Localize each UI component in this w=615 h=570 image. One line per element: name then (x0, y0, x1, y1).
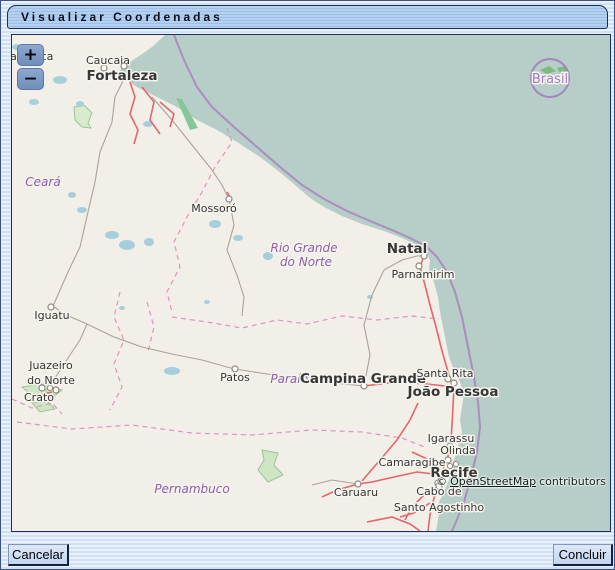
lake (53, 76, 67, 84)
city-label: Natal (387, 241, 428, 257)
lake (105, 231, 119, 239)
state-label: do Norte (280, 255, 332, 269)
zoom-out-button[interactable]: − (17, 68, 44, 90)
confirm-button[interactable]: Concluir (553, 544, 613, 566)
city-label: Parnamirim (392, 268, 455, 281)
lake (209, 220, 221, 228)
city-label: Patos (220, 371, 250, 384)
lake (119, 306, 125, 310)
lake (164, 367, 180, 375)
zoom-in-button[interactable]: + (17, 44, 44, 66)
map-canvas[interactable]: BrasilCearáRio Grandedo NorteParaíbaPern… (12, 35, 610, 531)
lake (77, 207, 87, 213)
state-label: Pernambuco (154, 482, 229, 496)
city-marker (445, 457, 451, 463)
city-label: Mossoró (191, 202, 237, 215)
dialog-window: Visualizar Coordenadas Brasil Ceará Rio Gr… (0, 0, 615, 570)
city-label: Juazeiro (28, 359, 73, 372)
city-label: Caruaru (334, 486, 378, 499)
lake (233, 235, 243, 241)
openstreetmap-link[interactable]: OpenStreetMap (450, 475, 536, 488)
attribution-suffix: contributors (539, 475, 606, 488)
country-label: Brasil (532, 72, 568, 87)
map-attribution: ©OpenStreetMapcontributors (436, 475, 606, 488)
title-bar[interactable]: Visualizar Coordenadas (7, 5, 608, 29)
map-panel: BrasilCearáRio Grandedo NorteParaíbaPern… (11, 34, 611, 532)
city-label: Olinda (440, 444, 475, 457)
city-label: João Pessoa (407, 384, 499, 400)
city-label: Crato (24, 391, 54, 404)
attribution-prefix: © (436, 475, 447, 488)
city-label: Iguatu (34, 309, 69, 322)
window-title: Visualizar Coordenadas (21, 10, 223, 24)
city-label: Santa Rita (417, 367, 474, 380)
state-label: Rio Grande (270, 241, 337, 255)
lake (204, 300, 210, 304)
lake (29, 99, 39, 105)
lake (119, 240, 135, 250)
lake (76, 101, 84, 107)
cancel-button[interactable]: Cancelar (8, 544, 69, 566)
city-label: Santo Agostinho (394, 501, 485, 514)
lake (144, 238, 154, 246)
state-label: Ceará (25, 175, 60, 189)
lake (68, 192, 76, 198)
city-label: Fortaleza (87, 68, 158, 84)
zoom-control: + − (17, 44, 44, 90)
city-label: do Norte (27, 374, 75, 387)
